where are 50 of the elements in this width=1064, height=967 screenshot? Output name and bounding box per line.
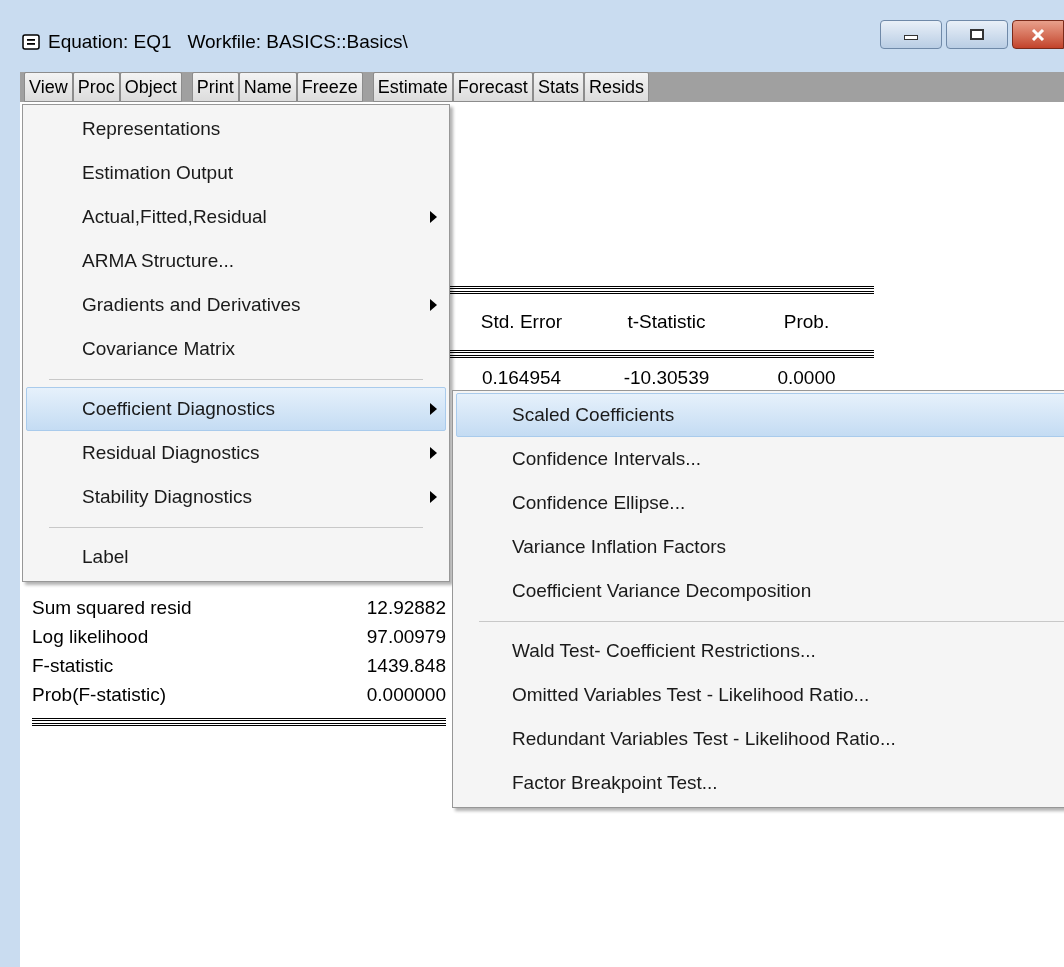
stat-value: 1439.848 (366, 654, 446, 679)
menu-item[interactable]: Factor Breakpoint Test... (456, 761, 1064, 805)
table-cell-text: -10.30539 (622, 365, 711, 390)
menu-item[interactable]: Estimation Output (26, 151, 446, 195)
menu-item[interactable]: Actual,Fitted,Residual (26, 195, 446, 239)
column-header: t-Statistic (626, 309, 707, 334)
menu-item[interactable]: Stability Diagnostics (26, 475, 446, 519)
toolbar-button[interactable]: Freeze (296, 72, 363, 102)
stat-label: F-statistic (32, 654, 114, 679)
menu-item[interactable]: Wald Test- Coefficient Restrictions... (456, 629, 1064, 673)
toolbar-button[interactable]: Resids (583, 72, 649, 102)
close-button[interactable] (1012, 20, 1064, 49)
maximize-button[interactable] (946, 20, 1008, 49)
minimize-icon (904, 35, 918, 40)
menu-item[interactable]: Confidence Ellipse... (456, 481, 1064, 525)
toolbar-button[interactable]: Name (238, 72, 297, 102)
menu-item[interactable]: Coefficient Diagnostics (26, 387, 446, 431)
toolbar-button[interactable]: Estimate (372, 72, 453, 102)
menu-item[interactable]: Residual Diagnostics (26, 431, 446, 475)
column-header: Prob. (782, 309, 831, 334)
menu-item[interactable]: ARMA Structure... (26, 239, 446, 283)
stat-value: 0.000000 (366, 683, 446, 708)
toolbar-button[interactable]: Stats (532, 72, 584, 102)
menu-item[interactable]: Covariance Matrix (26, 327, 446, 371)
menu-item[interactable]: Confidence Intervals... (456, 437, 1064, 481)
toolbar-button[interactable]: Print (191, 72, 239, 102)
stat-value: 97.00979 (366, 625, 446, 650)
stat-label: Prob(F-statistic) (32, 683, 167, 708)
stat-label: Log likelihood (32, 625, 149, 650)
menu-item[interactable]: Redundant Variables Test - Likelihood Ratio... (456, 717, 1064, 761)
menu-item[interactable]: Representations (26, 107, 446, 151)
menu-item[interactable]: Coefficient Variance Decomposition (456, 569, 1064, 613)
table-cell-text: 0.0000 (776, 365, 837, 390)
menu-item[interactable]: Variance Inflation Factors (456, 525, 1064, 569)
menu-item[interactable]: Omitted Variables Test - Likelihood Ratio... (456, 673, 1064, 717)
toolbar-button[interactable]: Forecast (452, 72, 533, 102)
menu-item[interactable]: Label (26, 535, 446, 579)
column-header: Std. Error (479, 309, 564, 334)
stat-label: Sum squared resid (32, 596, 192, 621)
menu-item[interactable]: Scaled Coefficients (456, 393, 1064, 437)
maximize-icon (970, 29, 984, 40)
toolbar-button[interactable]: Proc (72, 72, 120, 102)
window-title: Equation: EQ1 Workfile: BASICS::Basics\ (48, 29, 409, 54)
close-icon (1031, 28, 1045, 41)
table-cell-text: 0.164954 (480, 365, 563, 390)
menu-item[interactable]: Gradients and Derivatives (26, 283, 446, 327)
stat-value: 12.92882 (366, 596, 446, 621)
toolbar-button[interactable]: View (24, 72, 73, 102)
toolbar-button[interactable]: Object (119, 72, 182, 102)
window-menu-icon[interactable] (22, 34, 40, 50)
